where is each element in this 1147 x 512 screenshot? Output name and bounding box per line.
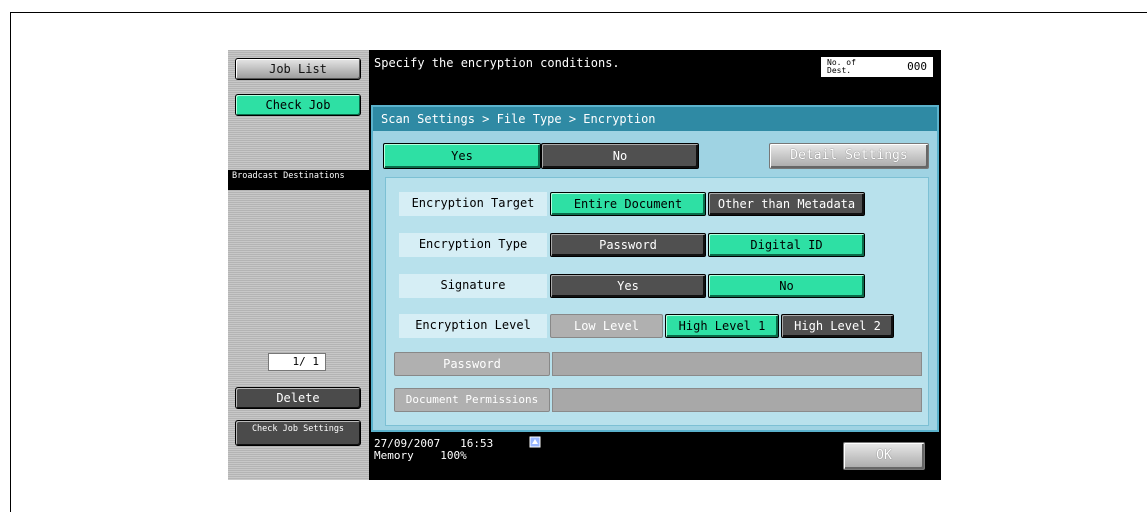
- check-job-settings-button[interactable]: Check Job Settings: [235, 420, 361, 446]
- level-low-button[interactable]: Low Level: [550, 314, 663, 338]
- encryption-target-label: Encryption Target: [399, 192, 547, 216]
- level-high-1-button[interactable]: High Level 1: [665, 314, 779, 338]
- encryption-yes-button[interactable]: Yes: [383, 143, 541, 169]
- encryption-type-label: Encryption Type: [399, 233, 547, 257]
- page-counter: 1/ 1: [268, 353, 326, 371]
- password-button[interactable]: Password: [394, 352, 550, 376]
- destination-counter: No. of Dest. 000: [820, 56, 934, 78]
- breadcrumb: Scan Settings > File Type > Encryption: [373, 107, 937, 131]
- dest-count: 000: [907, 60, 927, 73]
- encryption-level-label: Encryption Level: [399, 314, 547, 338]
- job-list-button[interactable]: Job List: [235, 58, 361, 80]
- target-other-than-metadata-button[interactable]: Other than Metadata: [708, 192, 865, 216]
- left-panel: Job List Check Job Broadcast Destination…: [228, 50, 369, 480]
- memory-label: Memory: [374, 449, 414, 462]
- signature-yes-button[interactable]: Yes: [550, 274, 706, 298]
- check-job-button[interactable]: Check Job: [235, 94, 361, 116]
- document-permissions-value-field: [552, 388, 922, 412]
- encryption-options-panel: Encryption Target Entire Document Other …: [385, 177, 929, 426]
- encryption-panel: Scan Settings > File Type > Encryption Y…: [371, 105, 939, 432]
- broadcast-destinations-label: Broadcast Destinations: [228, 170, 369, 190]
- type-password-button[interactable]: Password: [550, 233, 706, 257]
- signature-label: Signature: [399, 274, 547, 298]
- memory-value: 100%: [440, 449, 467, 462]
- control-panel-screen: Job List Check Job Broadcast Destination…: [228, 50, 941, 480]
- status-bar: 27/09/2007 16:53 Memory 100%: [374, 436, 541, 462]
- signature-no-button[interactable]: No: [708, 274, 865, 298]
- instruction-message: Specify the encryption conditions.: [374, 56, 620, 70]
- document-permissions-button[interactable]: Document Permissions: [394, 388, 550, 412]
- network-icon: [529, 436, 541, 448]
- delete-button[interactable]: Delete: [235, 387, 361, 409]
- level-high-2-button[interactable]: High Level 2: [781, 314, 894, 338]
- dest-label: No. of Dest.: [827, 58, 856, 75]
- encryption-no-button[interactable]: No: [541, 143, 699, 169]
- ok-button[interactable]: OK: [843, 442, 925, 470]
- target-entire-document-button[interactable]: Entire Document: [550, 192, 706, 216]
- type-digital-id-button[interactable]: Digital ID: [708, 233, 865, 257]
- password-value-field: [552, 352, 922, 376]
- detail-settings-button[interactable]: Detail Settings: [769, 143, 929, 169]
